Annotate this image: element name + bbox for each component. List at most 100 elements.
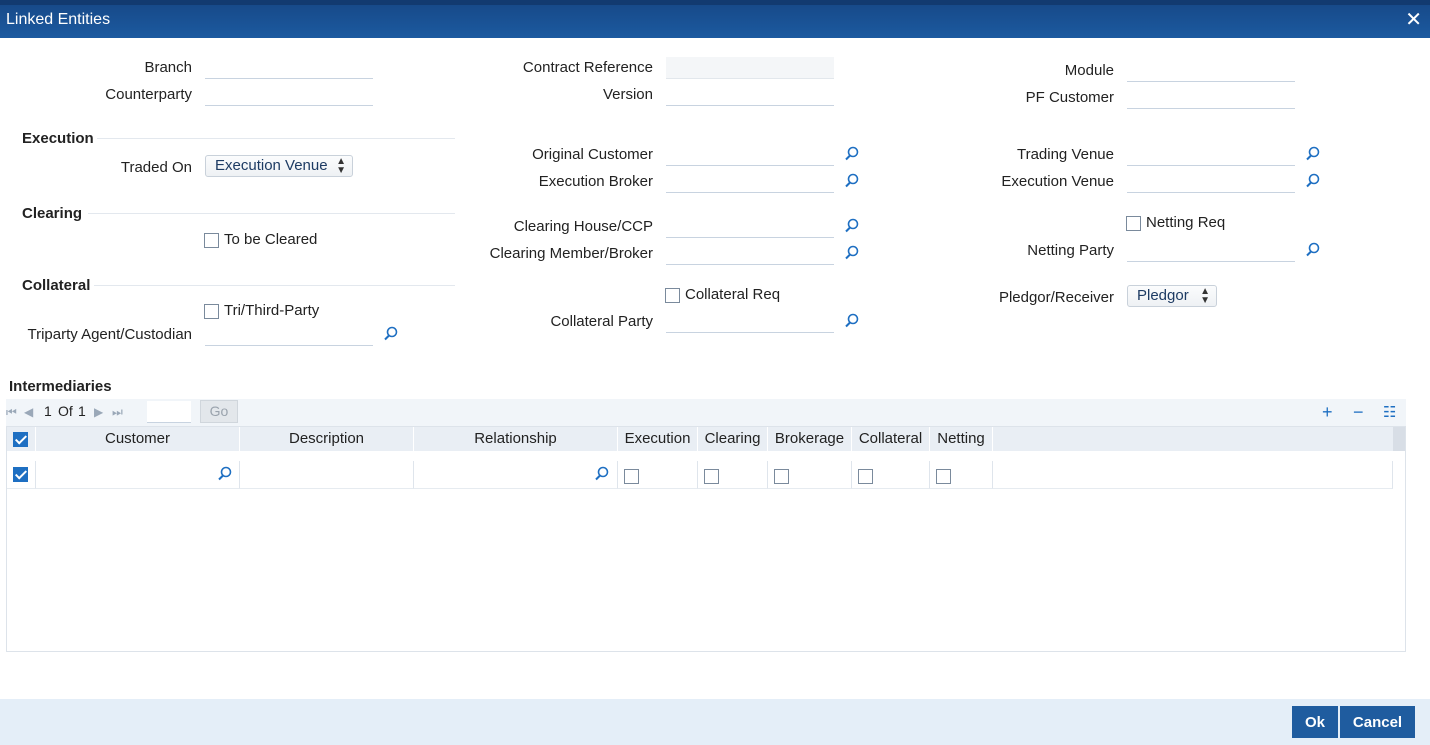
delete-row-icon[interactable]: − [1353,402,1364,423]
next-page-icon[interactable]: ▶ [94,405,103,419]
trading-venue-label: Trading Venue [1016,146,1114,163]
clearing-divider [88,213,455,214]
select-arrows-icon: ▲ ▼ [336,156,346,176]
execution-broker-search-icon[interactable] [844,173,860,189]
triparty-agent-search-icon[interactable] [383,326,399,342]
clearing-checkbox[interactable] [704,469,719,484]
window-title: Linked Entities [6,11,111,28]
collateral-party-label: Collateral Party [550,313,653,330]
clearing-member-input[interactable] [666,243,834,265]
last-page-icon[interactable]: ⏭ [112,405,123,420]
execution-section-title: Execution [22,130,94,147]
relationship-search-icon[interactable] [594,466,610,482]
close-icon[interactable]: ✕ [1405,10,1422,30]
table-scrollbar[interactable] [1393,427,1405,451]
clearing-house-search-icon[interactable] [844,218,860,234]
execution-venue-search-icon[interactable] [1305,173,1321,189]
tri-third-party-checkbox[interactable] [204,304,219,319]
original-customer-search-icon[interactable] [844,146,860,162]
relationship-cell[interactable] [414,461,618,489]
pledgor-receiver-select[interactable]: Pledgor ▲ ▼ [1127,285,1217,307]
empty-cell [993,461,1393,489]
column-header-brokerage[interactable]: Brokerage [768,427,852,451]
cancel-button[interactable]: Cancel [1340,706,1415,738]
column-header-customer[interactable]: Customer [36,427,240,451]
netting-party-search-icon[interactable] [1305,242,1321,258]
netting-req-checkbox[interactable] [1126,216,1141,231]
ok-button[interactable]: Ok [1292,706,1338,738]
netting-party-label: Netting Party [1027,242,1114,259]
collateral-section-title: Collateral [22,277,91,294]
customer-search-icon[interactable] [217,466,233,482]
clearing-member-label: Clearing Member/Broker [489,245,653,262]
to-be-cleared-label: To be Cleared [224,231,318,248]
clearing-member-search-icon[interactable] [844,245,860,261]
column-header-collateral[interactable]: Collateral [852,427,930,451]
select-all-checkbox[interactable] [13,432,28,447]
netting-party-input[interactable] [1127,240,1295,262]
column-header-execution[interactable]: Execution [618,427,698,451]
trading-venue-search-icon[interactable] [1305,146,1321,162]
columns-menu-icon[interactable]: ☷ [1383,403,1396,421]
traded-on-select[interactable]: Execution Venue ▲ ▼ [205,155,353,177]
module-input[interactable] [1127,60,1295,82]
table-row [7,461,1393,489]
column-header-relationship[interactable]: Relationship [414,427,618,451]
customer-cell[interactable] [36,461,240,489]
column-header-netting[interactable]: Netting [930,427,993,451]
description-cell[interactable] [240,461,414,489]
netting-req-label: Netting Req [1146,214,1226,231]
pledgor-receiver-value: Pledgor [1137,287,1189,304]
column-header-clearing[interactable]: Clearing [698,427,768,451]
row-select-checkbox[interactable] [13,467,28,482]
trading-venue-input[interactable] [1127,144,1295,166]
traded-on-label: Traded On [120,159,192,176]
contract-reference-input[interactable] [666,57,834,79]
go-button[interactable]: Go [200,400,238,423]
pledgor-receiver-label: Pledgor/Receiver [998,289,1114,306]
clearing-section-title: Clearing [22,205,83,222]
page-of-label: Of [58,403,73,419]
dialog-footer: Ok Cancel [0,699,1430,745]
triparty-agent-label: Triparty Agent/Custodian [27,326,192,343]
version-input[interactable] [666,84,834,106]
previous-page-icon[interactable]: ◀ [24,405,33,419]
first-page-icon[interactable]: ⏮ [6,405,17,420]
tri-third-party-label: Tri/Third-Party [224,302,320,319]
collateral-req-label: Collateral Req [685,286,781,303]
collateral-checkbox[interactable] [858,469,873,484]
counterparty-input[interactable] [205,84,373,106]
module-label: Module [1064,62,1114,79]
execution-broker-input[interactable] [666,171,834,193]
to-be-cleared-checkbox[interactable] [204,233,219,248]
execution-venue-label: Execution Venue [1001,173,1114,190]
triparty-agent-input[interactable] [205,324,373,346]
clearing-house-label: Clearing House/CCP [513,218,653,235]
version-label: Version [602,86,653,103]
netting-checkbox[interactable] [936,469,951,484]
brokerage-checkbox[interactable] [774,469,789,484]
collateral-party-search-icon[interactable] [844,313,860,329]
page-current: 1 [44,403,52,419]
branch-input[interactable] [205,57,373,79]
intermediaries-table: Customer Description Relationship Execut… [6,426,1406,652]
execution-checkbox[interactable] [624,469,639,484]
table-header: Customer Description Relationship Execut… [7,427,1405,451]
traded-on-value: Execution Venue [215,157,328,174]
branch-label: Branch [144,59,192,76]
page-number-input[interactable] [147,401,191,423]
execution-divider [97,138,455,139]
select-arrows-icon: ▲ ▼ [1200,286,1210,306]
add-row-icon[interactable]: + [1322,402,1333,423]
clearing-house-input[interactable] [666,216,834,238]
original-customer-label: Original Customer [532,146,653,163]
column-header-description[interactable]: Description [240,427,414,451]
execution-venue-input[interactable] [1127,171,1295,193]
title-bar: Linked Entities ✕ [0,0,1430,38]
collateral-req-checkbox[interactable] [665,288,680,303]
pf-customer-input[interactable] [1127,87,1295,109]
original-customer-input[interactable] [666,144,834,166]
page-total: 1 [78,403,86,419]
collateral-party-input[interactable] [666,311,834,333]
counterparty-label: Counterparty [105,86,192,103]
